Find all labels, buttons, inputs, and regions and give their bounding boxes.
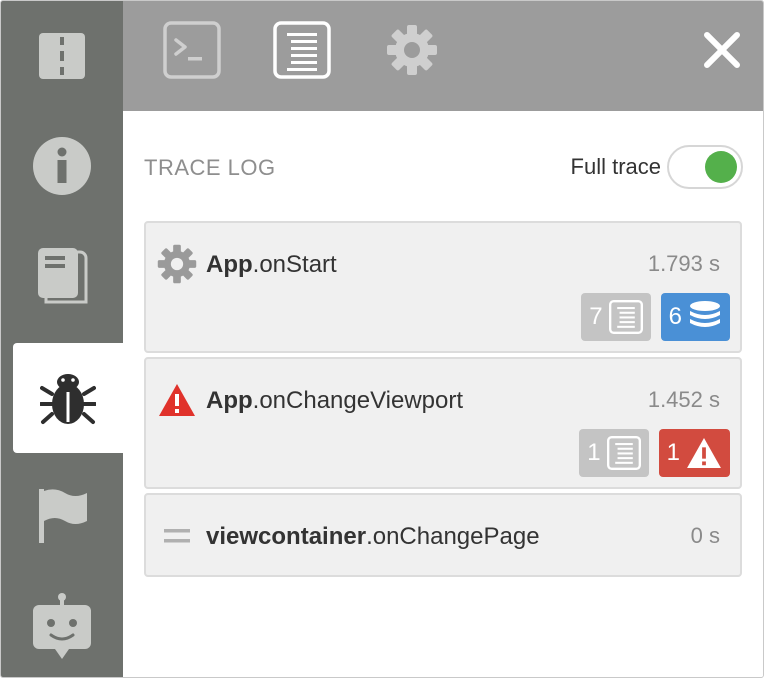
trace-type-icon-wrap	[156, 243, 198, 285]
log-list-icon	[273, 21, 331, 79]
trace-badges: 7 6	[581, 293, 730, 341]
log-list-icon	[606, 436, 641, 470]
log-count-badge[interactable]: 7	[581, 293, 651, 341]
warning-count-badge[interactable]: 1	[658, 429, 730, 477]
trace-method: .onChangePage	[366, 523, 540, 550]
database-icon	[690, 301, 720, 327]
full-trace-label: Full trace	[570, 154, 661, 179]
close-button[interactable]	[693, 21, 751, 79]
warning-count: 1	[666, 439, 680, 466]
trace-item[interactable]: App.onStart 1.793 s 7 6	[144, 221, 742, 353]
warning-icon	[687, 437, 721, 469]
trace-name: App.onChangeViewport	[206, 387, 463, 415]
trace-duration: 0 s	[690, 523, 720, 548]
trace-name: App.onStart	[206, 251, 337, 279]
sidebar-item-flags[interactable]	[1, 461, 123, 571]
info-icon	[33, 137, 91, 195]
documents-icon	[38, 248, 88, 304]
sidebar-item-assistant[interactable]	[1, 571, 123, 677]
trace-object: viewcontainer	[206, 523, 367, 550]
trace-type-icon-wrap	[156, 379, 198, 421]
sidebar-item-debug[interactable]	[13, 343, 123, 453]
trace-object: App	[206, 387, 253, 414]
trace-item[interactable]: viewcontainer.onChangePage 0 s	[144, 493, 742, 577]
terminal-icon	[163, 21, 221, 79]
data-count: 6	[668, 303, 682, 330]
gear-icon	[157, 244, 197, 284]
trace-duration: 1.452 s	[647, 387, 720, 412]
console-tab-button[interactable]	[163, 21, 221, 79]
data-count-badge[interactable]: 6	[660, 293, 730, 341]
roadmap-icon	[39, 33, 85, 79]
settings-tab-button[interactable]	[383, 21, 441, 79]
trace-method: .onStart	[252, 251, 337, 278]
full-trace-toggle[interactable]	[667, 145, 743, 189]
log-count: 7	[589, 303, 603, 330]
section-title: TRACE LOG	[144, 155, 276, 180]
trace-duration: 1.793 s	[647, 251, 720, 276]
trace-name: viewcontainer.onChangePage	[206, 523, 540, 551]
trace-type-icon-wrap	[156, 515, 198, 557]
trace-object: App	[206, 251, 253, 278]
trace-method: .onChangeViewport	[252, 387, 464, 414]
trace-log-tab-button[interactable]	[273, 21, 331, 79]
sidebar-item-documents[interactable]	[1, 221, 123, 331]
gear-icon	[387, 25, 437, 75]
toggle-knob	[705, 151, 737, 183]
trace-log-panel: TRACE LOG Full trace App.onStart 1.793 s…	[123, 111, 763, 677]
sidebar	[1, 1, 123, 677]
app-window: TRACE LOG Full trace App.onStart 1.793 s…	[0, 0, 764, 678]
log-count-badge[interactable]: 1	[579, 429, 649, 477]
log-list-icon	[608, 300, 643, 334]
trace-badges: 1 1	[579, 429, 730, 477]
bug-icon	[40, 374, 96, 424]
sidebar-item-roadmap[interactable]	[1, 1, 123, 111]
trace-item[interactable]: App.onChangeViewport 1.452 s 1 1	[144, 357, 742, 489]
flag-icon	[39, 489, 87, 543]
close-icon	[704, 32, 740, 68]
robot-chat-icon	[33, 593, 91, 659]
toolbar	[123, 1, 763, 111]
sidebar-item-info[interactable]	[1, 111, 123, 221]
warning-icon	[159, 384, 195, 416]
log-count: 1	[587, 439, 601, 466]
equals-icon	[164, 529, 190, 543]
